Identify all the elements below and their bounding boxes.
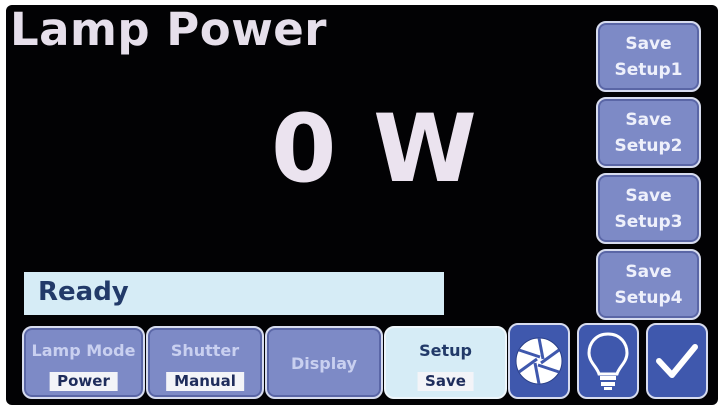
save-setup2-button[interactable]: Save Setup2 [596, 97, 701, 168]
checkmark-icon [656, 344, 698, 378]
tab-setup[interactable]: Setup Save [384, 326, 507, 399]
power-readout: 0 W [271, 95, 479, 204]
status-bar: Ready [24, 272, 444, 315]
shutter-button[interactable] [508, 323, 570, 399]
save-setup3-line1: Save [625, 185, 672, 206]
tab-shutter-label: Shutter [170, 341, 240, 360]
tab-display[interactable]: Display [265, 326, 383, 399]
save-setup3-line2: Setup3 [614, 211, 683, 232]
tab-shutter[interactable]: Shutter Manual [146, 326, 264, 399]
shutter-aperture-icon [515, 337, 563, 385]
lamp-bulb-icon [587, 332, 629, 390]
page-title: Lamp Power [10, 5, 327, 56]
save-setup2-line1: Save [625, 109, 672, 130]
save-setup1-line2: Setup1 [614, 59, 683, 80]
save-setup4-line2: Setup4 [614, 287, 683, 308]
confirm-button[interactable] [646, 323, 708, 399]
lamp-control-screen: Lamp Power 0 W Ready Save Setup1 Save Se… [6, 5, 718, 405]
tab-shutter-value: Manual [166, 372, 244, 391]
save-setup1-line1: Save [625, 33, 672, 54]
save-setup3-button[interactable]: Save Setup3 [596, 173, 701, 244]
save-setup1-button[interactable]: Save Setup1 [596, 21, 701, 92]
save-setup4-line1: Save [625, 261, 672, 282]
tab-lamp-mode-label: Lamp Mode [31, 341, 136, 360]
save-setup4-button[interactable]: Save Setup4 [596, 249, 701, 320]
tab-display-label: Display [291, 354, 357, 373]
tab-lamp-mode-value: Power [49, 372, 118, 391]
lamp-button[interactable] [577, 323, 639, 399]
status-text: Ready [38, 277, 129, 307]
tab-setup-label: Setup [419, 341, 472, 360]
tab-lamp-mode[interactable]: Lamp Mode Power [22, 326, 145, 399]
save-setup2-line2: Setup2 [614, 135, 683, 156]
tab-setup-value: Save [417, 372, 474, 391]
